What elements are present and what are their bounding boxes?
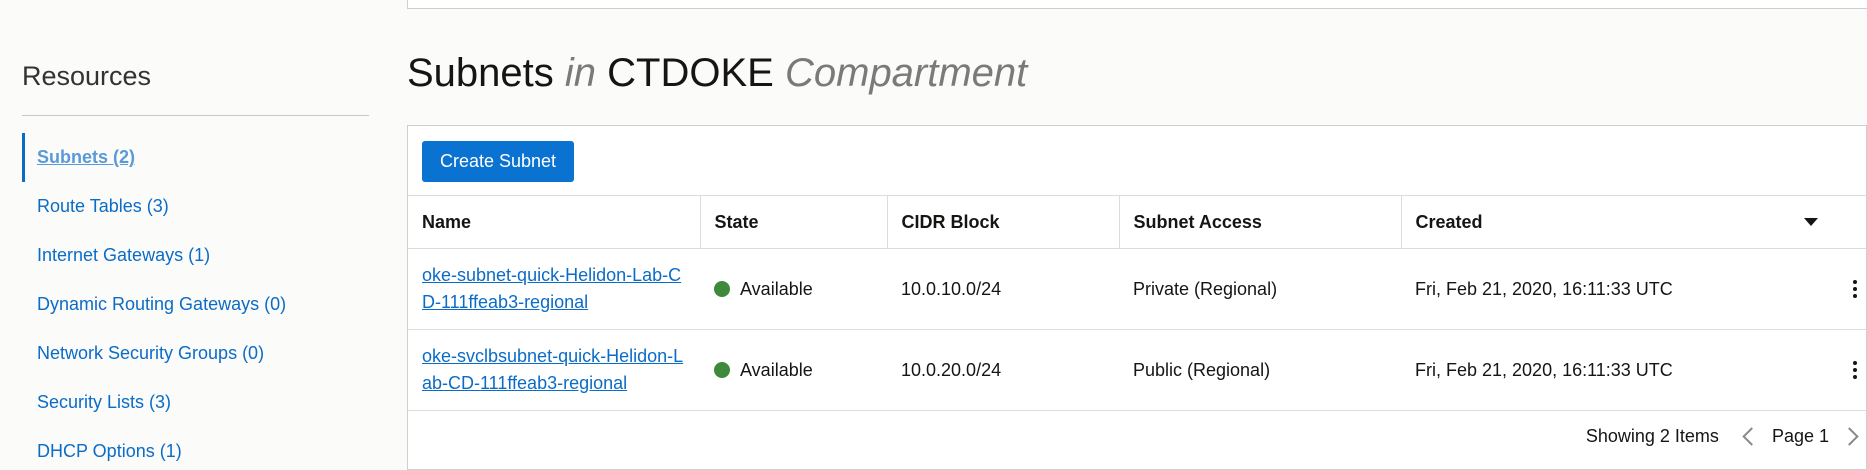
column-header-state[interactable]: State [700,195,888,249]
chevron-right-icon[interactable] [1840,426,1859,446]
sidebar-item-network-security-groups[interactable]: Network Security Groups (0) [22,329,369,378]
pagination: Showing 2 Items Page 1 [1585,416,1859,456]
state-indicator: Available [714,360,873,381]
chevron-left-icon[interactable] [1742,426,1761,446]
column-header-cidr-block[interactable]: CIDR Block [887,195,1120,249]
title-in-word: in [564,51,597,95]
column-header-created-label: Created [1415,211,1483,232]
status-dot-icon [714,362,730,378]
cell-state: Available [700,329,887,411]
resources-sidebar: Resources Subnets (2) Route Tables (3) I… [22,60,369,470]
status-dot-icon [714,281,730,297]
subnets-panel: Create Subnet Name State CIDR Block Subn… [407,125,1867,470]
title-compartment-word: Compartment [784,51,1028,95]
created-timestamp: Fri, Feb 21, 2020, 16:11:33 UTC [1415,359,1673,380]
cell-subnet-access: Public (Regional) [1119,329,1401,411]
items-count: Showing 2 Items [1585,425,1719,446]
create-subnet-button[interactable]: Create Subnet [422,141,574,182]
caret-down-icon[interactable] [1804,218,1818,226]
cell-cidr-block: 10.0.10.0/24 [887,248,1119,330]
created-timestamp: Fri, Feb 21, 2020, 16:11:33 UTC [1415,278,1673,299]
cell-state: Available [700,248,887,330]
cell-cidr-block: 10.0.20.0/24 [887,329,1119,411]
resources-title: Resources [22,61,152,91]
sidebar-item-dynamic-routing-gateways[interactable]: Dynamic Routing Gateways (0) [22,280,369,329]
sidebar-item-dhcp-options[interactable]: DHCP Options (1) [22,427,369,470]
column-header-subnet-access[interactable]: Subnet Access [1119,195,1402,249]
page-title: Subnets in CTDOKE Compartment [407,48,1027,98]
cell-created: Fri, Feb 21, 2020, 16:11:33 UTC [1401,248,1866,330]
subnets-table: Name State CIDR Block Subnet Access Crea… [408,195,1866,411]
state-label: Available [740,359,813,380]
kebab-menu-icon[interactable] [1848,277,1862,301]
sidebar-item-internet-gateways[interactable]: Internet Gateways (1) [22,231,369,280]
title-compartment-name: CTDOKE [607,51,774,95]
title-resource: Subnets [407,51,554,95]
subnet-name-link[interactable]: oke-svclbsubnet-quick-Helidon-Lab-CD-111… [422,343,686,397]
cell-subnet-access: Private (Regional) [1119,248,1401,330]
table-row: oke-subnet-quick-Helidon-Lab-CD-111ffeab… [408,248,1866,330]
sidebar-divider [22,115,369,116]
state-label: Available [740,278,813,299]
kebab-menu-icon[interactable] [1848,358,1862,382]
subnet-name-link[interactable]: oke-subnet-quick-Helidon-Lab-CD-111ffeab… [422,262,686,316]
state-indicator: Available [714,279,873,300]
table-row: oke-svclbsubnet-quick-Helidon-Lab-CD-111… [408,329,1866,411]
cell-name: oke-subnet-quick-Helidon-Lab-CD-111ffeab… [408,248,700,330]
cell-created: Fri, Feb 21, 2020, 16:11:33 UTC [1401,329,1866,411]
cell-name: oke-svclbsubnet-quick-Helidon-Lab-CD-111… [408,329,700,411]
table-header-row: Name State CIDR Block Subnet Access Crea… [408,195,1866,249]
page-indicator: Page 1 [1771,425,1829,446]
page: Resources Subnets (2) Route Tables (3) I… [0,0,1867,470]
previous-panel-edge [407,0,1867,9]
sidebar-list: Subnets (2) Route Tables (3) Internet Ga… [22,133,369,470]
sidebar-item-subnets[interactable]: Subnets (2) [22,133,369,182]
sidebar-item-security-lists[interactable]: Security Lists (3) [22,378,369,427]
sidebar-item-route-tables[interactable]: Route Tables (3) [22,182,369,231]
column-header-name[interactable]: Name [408,195,701,249]
column-header-created[interactable]: Created [1401,195,1866,249]
